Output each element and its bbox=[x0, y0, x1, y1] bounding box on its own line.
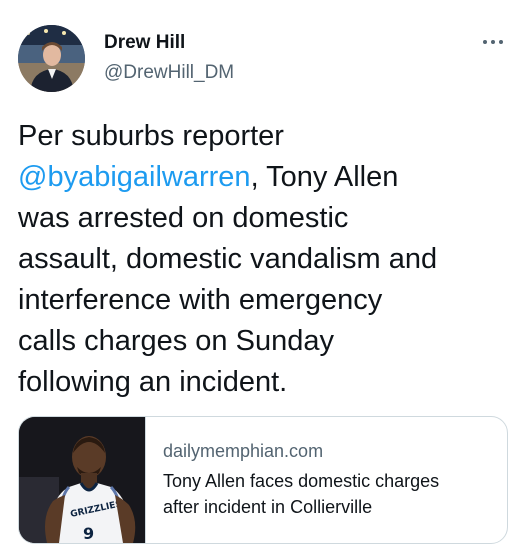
tweet: Drew Hill @DrewHill_DM Per suburbs repor… bbox=[0, 0, 523, 557]
author-avatar[interactable] bbox=[18, 25, 85, 92]
player-photo: GRIZZLIES 9 bbox=[19, 417, 145, 543]
svg-text:9: 9 bbox=[83, 524, 94, 543]
dot bbox=[491, 40, 495, 44]
tweet-line: assault, domestic vandalism and bbox=[18, 243, 438, 275]
author-display-name[interactable]: Drew Hill bbox=[104, 32, 185, 54]
card-title-line: after incident in Collierville bbox=[163, 497, 373, 517]
dot bbox=[499, 40, 503, 44]
tweet-line: Per suburbs reporter bbox=[18, 120, 284, 152]
tweet-text: Per suburbs reporter @byabigailwarren, T… bbox=[18, 116, 518, 403]
card-body: dailymemphian.com Tony Allen faces domes… bbox=[163, 439, 498, 520]
tweet-line: was arrested on domestic bbox=[18, 202, 349, 234]
more-options-icon[interactable] bbox=[476, 32, 510, 52]
tweet-line-with-mention: @byabigailwarren, Tony Allen bbox=[18, 157, 518, 198]
avatar-photo bbox=[18, 25, 85, 92]
card-title: Tony Allen faces domestic charges after … bbox=[163, 468, 498, 520]
tweet-line: following an incident. bbox=[18, 366, 288, 398]
dot bbox=[483, 40, 487, 44]
card-domain: dailymemphian.com bbox=[163, 441, 324, 461]
tweet-line: interference with emergency bbox=[18, 284, 383, 316]
mention-link[interactable]: @byabigailwarren bbox=[18, 161, 251, 193]
link-preview-card[interactable]: GRIZZLIES 9 dailymemphian.com Tony Allen… bbox=[18, 416, 508, 544]
card-title-line: Tony Allen faces domestic charges bbox=[163, 471, 440, 491]
tweet-line-rest: , Tony Allen bbox=[250, 161, 399, 193]
author-handle[interactable]: @DrewHill_DM bbox=[104, 62, 234, 84]
tweet-line: calls charges on Sunday bbox=[18, 325, 334, 357]
card-thumbnail: GRIZZLIES 9 bbox=[19, 417, 146, 543]
